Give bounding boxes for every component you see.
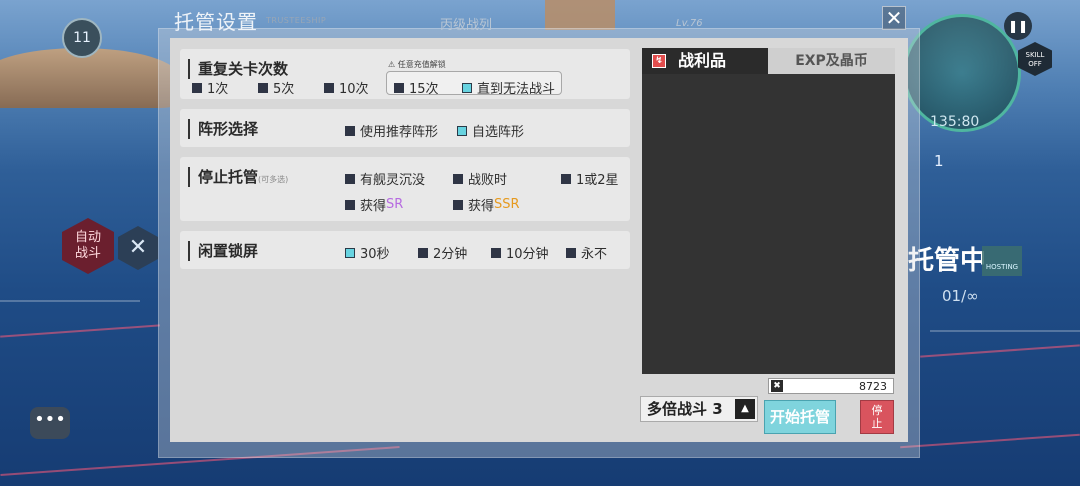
stop-section: 停止托管(可多选) 有舰灵沉没 战败时 1或2星 获得 SR 获得 SSR bbox=[180, 157, 630, 221]
laser-beam bbox=[0, 324, 160, 338]
checkbox bbox=[345, 173, 355, 184]
increase-arrow-icon[interactable]: ▲ bbox=[735, 399, 755, 419]
skill-off-label: SKILL OFF bbox=[1025, 51, 1045, 68]
checkbox bbox=[453, 173, 463, 184]
idle-lock-section: 闲置锁屏 30秒 2分钟 10分钟 永不 bbox=[180, 231, 630, 269]
lock-option-10min[interactable]: 10分钟 bbox=[491, 243, 549, 262]
wave-line bbox=[0, 300, 140, 302]
formation-option-custom[interactable]: 自选阵形 bbox=[457, 121, 524, 140]
battle-timer: 135:80 bbox=[930, 114, 980, 130]
stop-heading: 停止托管(可多选) bbox=[188, 167, 288, 187]
lock-option-never[interactable]: 永不 bbox=[566, 243, 607, 262]
checkbox bbox=[491, 247, 501, 258]
recharge-unlock-hint: ⚠ 任意充值解锁 bbox=[388, 60, 446, 69]
checkbox bbox=[345, 199, 355, 210]
checkbox bbox=[345, 125, 355, 136]
checkbox bbox=[258, 82, 268, 93]
pause-button[interactable]: ❚❚ bbox=[1004, 12, 1032, 40]
close-icon: ✕ bbox=[885, 6, 903, 30]
hosting-tag: HOSTING bbox=[982, 246, 1022, 276]
laser-beam bbox=[900, 433, 1080, 449]
multi-battle-selector[interactable]: 多倍战斗 3 ▲ bbox=[640, 396, 758, 422]
dialog-subtitle: TRUSTEESHIP bbox=[266, 16, 327, 25]
flagship-avatar[interactable]: 11 bbox=[62, 18, 102, 58]
repeat-option-10[interactable]: 10次 bbox=[324, 78, 369, 97]
enemy-structure bbox=[545, 0, 615, 30]
formation-heading: 阵形选择 bbox=[188, 119, 258, 139]
fleet-name-behind: 丙级战列 bbox=[440, 18, 493, 33]
repeat-option-5[interactable]: 5次 bbox=[258, 78, 294, 97]
auto-battle-label: 自动 战斗 bbox=[74, 230, 101, 261]
repeat-option-1[interactable]: 1次 bbox=[192, 78, 228, 97]
checkbox bbox=[394, 82, 404, 93]
oil-icon: ✖ bbox=[771, 380, 783, 392]
repeat-option-until-unable[interactable]: 直到无法战斗 bbox=[462, 78, 555, 97]
dialog-title: 托管设置 bbox=[174, 10, 258, 34]
checkbox bbox=[418, 247, 428, 258]
island-terrain bbox=[0, 48, 180, 108]
multi-battle-label: 多倍战斗 3 bbox=[647, 400, 723, 418]
checkbox-checked bbox=[462, 82, 472, 93]
checkbox-checked bbox=[345, 247, 355, 258]
stop-heading-note: (可多选) bbox=[258, 175, 289, 184]
stop-button[interactable]: 停 止 bbox=[860, 400, 894, 434]
fleet-level-behind: Lv.76 bbox=[676, 18, 703, 29]
stop-option-defeat[interactable]: 战败时 bbox=[453, 169, 507, 188]
checkbox-checked bbox=[457, 125, 467, 136]
lock-option-30s[interactable]: 30秒 bbox=[345, 243, 390, 262]
checkbox bbox=[453, 199, 463, 210]
wave-line bbox=[930, 330, 1080, 332]
stop-option-obtain-ssr[interactable]: 获得 SSR bbox=[453, 195, 520, 214]
chat-icon: ••• bbox=[34, 409, 66, 430]
settings-panel: 重复关卡次数 ⚠ 任意充值解锁 1次 5次 10次 15次 直到无法战斗 阵形选… bbox=[170, 38, 908, 442]
start-hosting-button[interactable]: 开始托管 bbox=[764, 400, 836, 434]
laser-beam bbox=[920, 344, 1080, 358]
loot-panel: ↯ 战利品 EXP及晶币 bbox=[642, 48, 895, 374]
tab-loot[interactable]: ↯ 战利品 bbox=[642, 48, 768, 74]
repeat-section: 重复关卡次数 ⚠ 任意充值解锁 1次 5次 10次 15次 直到无法战斗 bbox=[180, 49, 630, 99]
formation-section: 阵形选择 使用推荐阵形 自选阵形 bbox=[180, 109, 630, 147]
round-counter: 01/∞ bbox=[942, 287, 979, 305]
idle-lock-heading: 闲置锁屏 bbox=[188, 241, 258, 261]
repeat-option-15[interactable]: 15次 bbox=[394, 78, 439, 97]
stop-option-obtain-sr[interactable]: 获得 SR bbox=[345, 195, 403, 214]
oil-value: 8723 bbox=[859, 380, 887, 393]
stop-button-label: 停 止 bbox=[871, 404, 883, 430]
close-button[interactable]: ✕ bbox=[882, 6, 906, 30]
trusteeship-dialog: 托管设置 TRUSTEESHIP 丙级战列 Lv.76 ✕ 重复关卡次数 ⚠ 任… bbox=[158, 6, 920, 458]
stop-option-ship-sunk[interactable]: 有舰灵沉没 bbox=[345, 169, 425, 188]
checkbox bbox=[324, 82, 334, 93]
chat-button[interactable]: ••• bbox=[30, 407, 70, 439]
checkbox bbox=[192, 82, 202, 93]
formation-option-recommended[interactable]: 使用推荐阵形 bbox=[345, 121, 438, 140]
loot-icon: ↯ bbox=[652, 54, 666, 68]
stop-option-1-or-2-star[interactable]: 1或2星 bbox=[561, 169, 619, 188]
repeat-heading: 重复关卡次数 bbox=[188, 59, 288, 79]
wave-counter: 1 bbox=[934, 152, 944, 170]
checkbox bbox=[561, 173, 571, 184]
oil-resource: ✖ 8723 bbox=[768, 378, 894, 394]
lock-option-2min[interactable]: 2分钟 bbox=[418, 243, 467, 262]
checkbox bbox=[566, 247, 576, 258]
tab-exp-and-coins[interactable]: EXP及晶币 bbox=[768, 48, 895, 74]
